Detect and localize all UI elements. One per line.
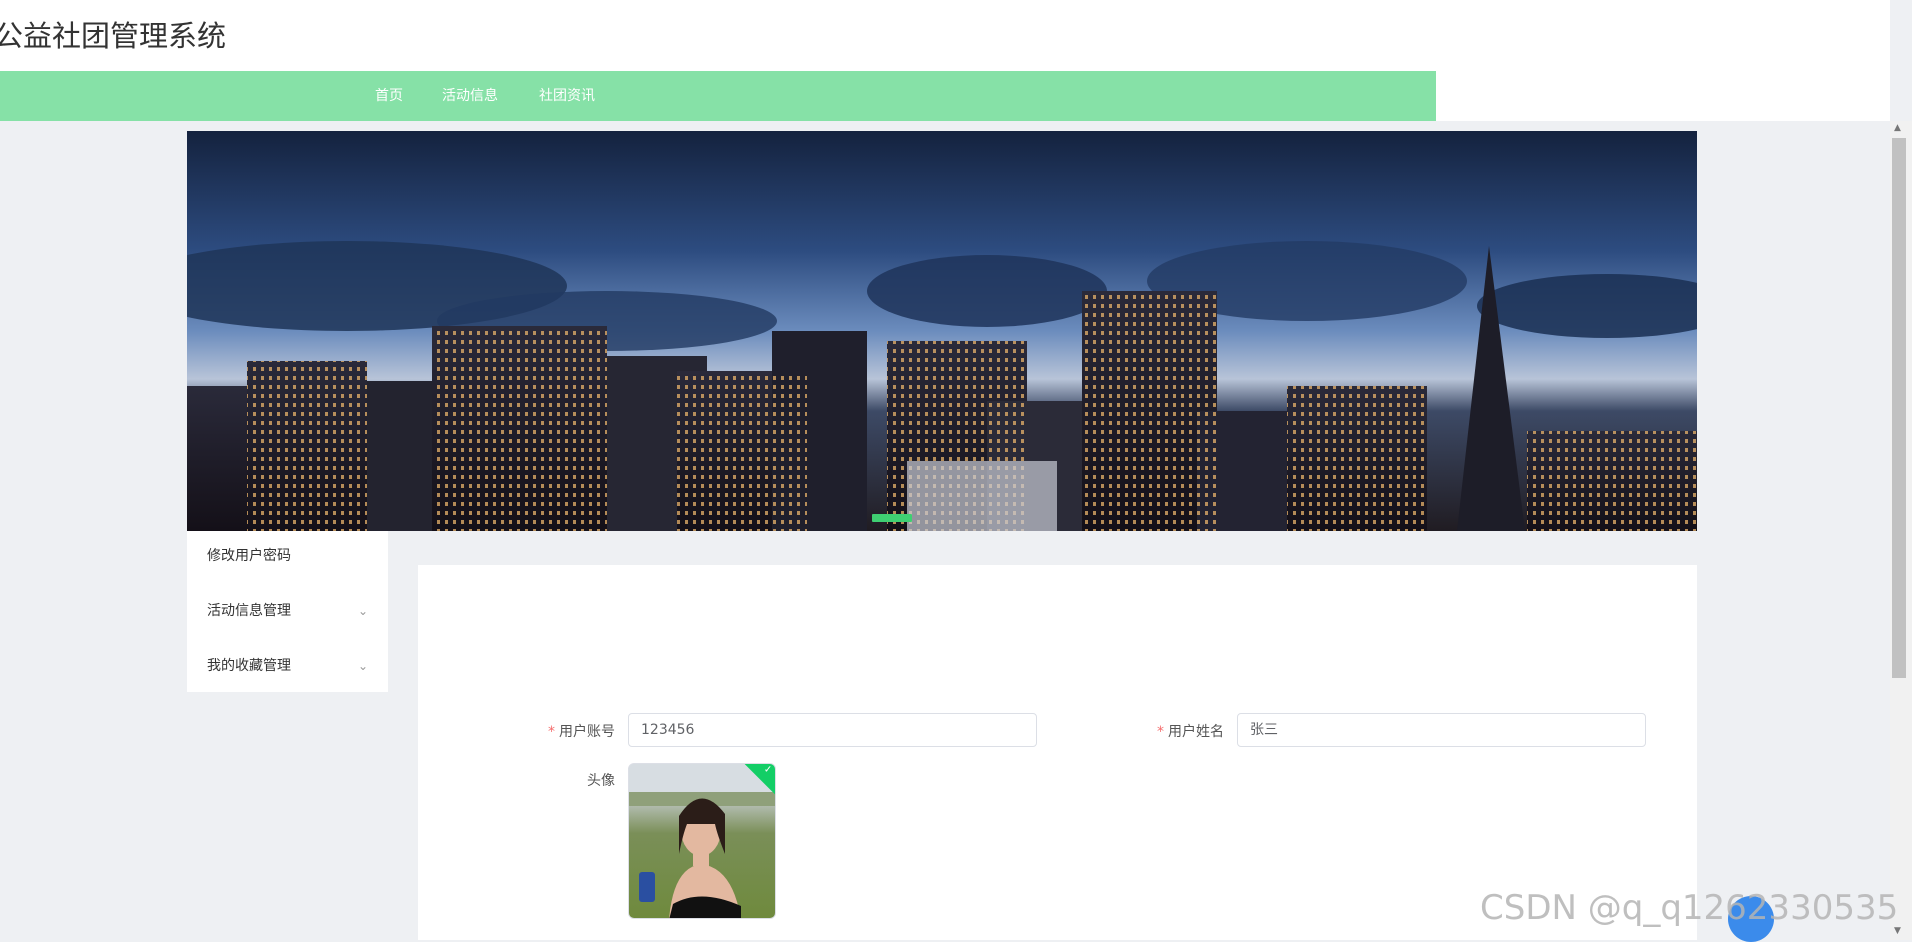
banner-carousel[interactable]	[187, 131, 1697, 531]
scroll-up-icon[interactable]: ▲	[1894, 123, 1901, 133]
scrollbar-thumb[interactable]	[1892, 138, 1906, 678]
sidebar-item-label: 我的收藏管理	[207, 658, 291, 674]
sidebar-item-favorites-management[interactable]: 我的收藏管理 ⌄	[187, 641, 388, 696]
carousel-indicator[interactable]	[872, 514, 912, 523]
chevron-down-icon: ⌄	[357, 604, 368, 618]
chevron-down-icon: ⌄	[357, 659, 368, 673]
check-icon: ✓	[763, 764, 773, 776]
nav-item-home[interactable]: 首页	[375, 71, 403, 121]
name-input[interactable]: 张三	[1237, 713, 1646, 747]
top-header: 公益社团管理系统 首页 活动信息 社团资讯	[0, 0, 1890, 121]
city-skyline-image	[187, 241, 1697, 531]
avatar-image	[629, 764, 775, 918]
account-label: * 用户账号	[548, 724, 615, 740]
name-label: * 用户姓名	[1157, 724, 1224, 740]
sidebar-item-label: 活动信息管理	[207, 603, 291, 619]
sidebar-item-change-password[interactable]: 修改用户密码	[187, 531, 388, 586]
avatar-upload[interactable]: ✓	[628, 763, 776, 919]
main-nav: 首页 活动信息 社团资讯	[0, 71, 1436, 121]
required-asterisk: *	[548, 724, 555, 740]
sidebar-menu: 修改用户密码 活动信息管理 ⌄ 我的收藏管理 ⌄	[187, 531, 388, 692]
carousel-dot-active[interactable]	[872, 514, 912, 522]
watermark: CSDN @q_q1262330535	[1480, 888, 1899, 928]
avatar-label: 头像	[587, 773, 615, 789]
profile-form-panel	[418, 565, 1697, 940]
sidebar-item-activity-management[interactable]: 活动信息管理 ⌄	[187, 586, 388, 641]
nav-item-news[interactable]: 社团资讯	[539, 71, 595, 121]
sidebar-item-label: 修改用户密码	[207, 548, 291, 564]
required-asterisk: *	[1157, 724, 1164, 740]
site-title: 公益社团管理系统	[0, 19, 227, 53]
account-input[interactable]: 123456	[628, 713, 1037, 747]
nav-item-activity[interactable]: 活动信息	[442, 71, 498, 121]
